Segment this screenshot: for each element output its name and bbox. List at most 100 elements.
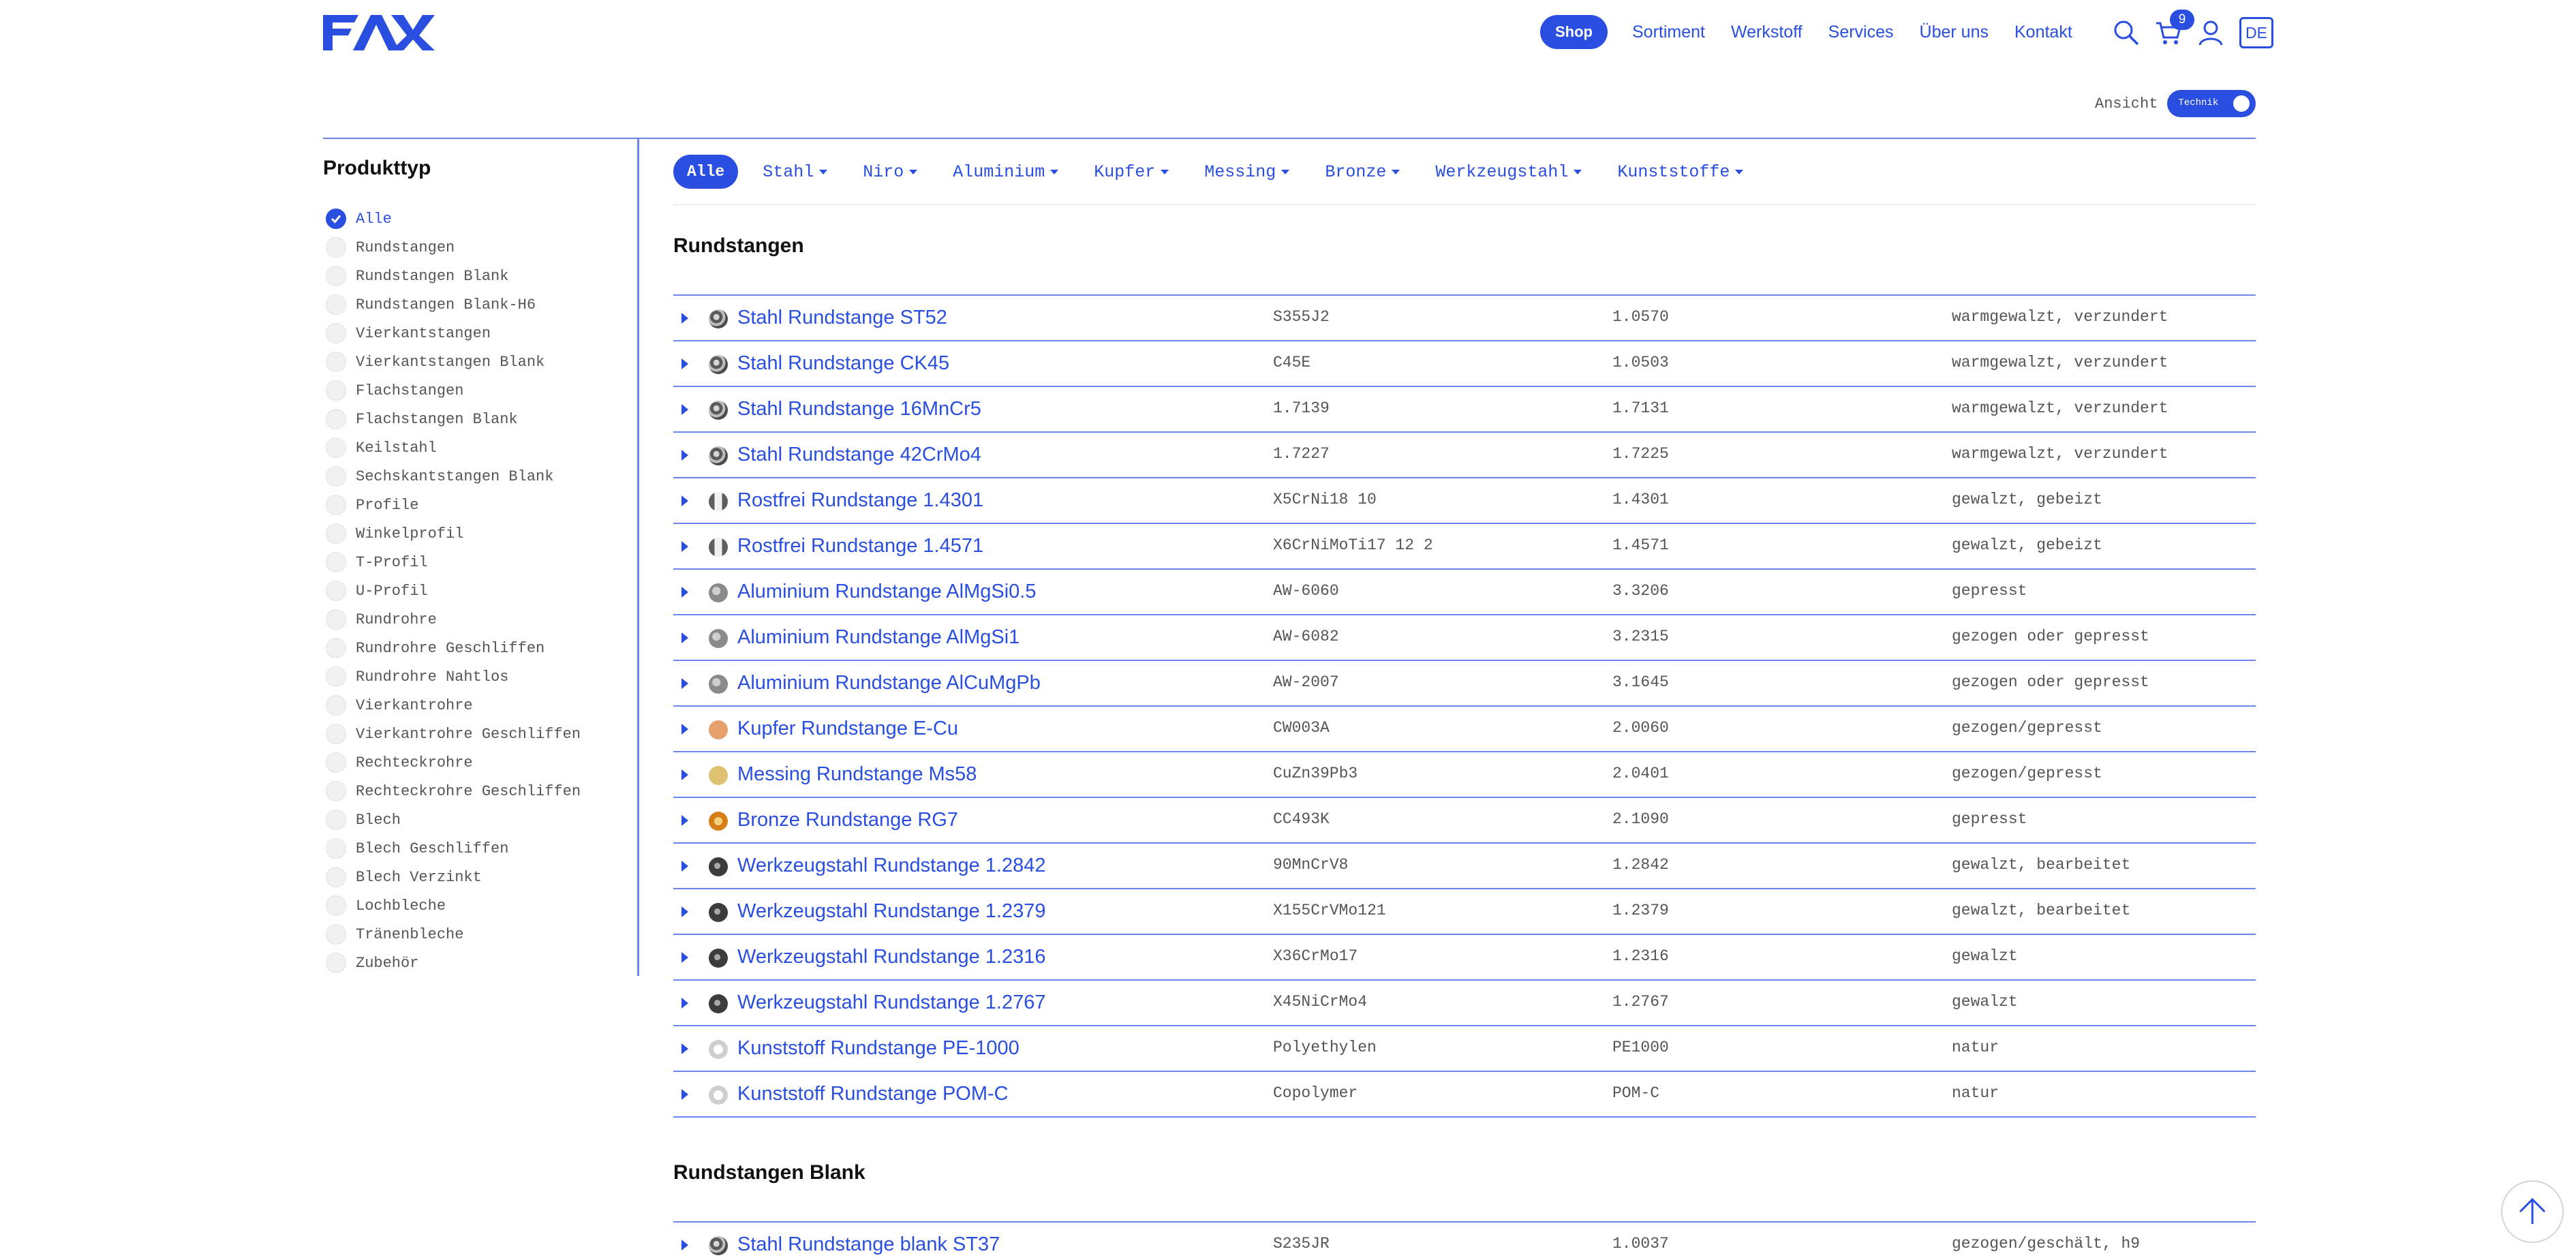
nav-sortiment[interactable]: Sortiment [1632, 22, 1705, 42]
table-row[interactable]: Stahl Rundstange 42CrMo4 1.7227 1.7225 warm… [673, 433, 2256, 478]
filter-option-rundstangen-blank-h6[interactable]: Rundstangen Blank-H6 [326, 290, 581, 319]
filter-checkbox[interactable] [326, 552, 346, 572]
expand-triangle-icon[interactable] [681, 1240, 688, 1251]
filter-checkbox[interactable] [326, 523, 346, 544]
product-link[interactable]: Stahl Rundstange blank ST37 [737, 1233, 1000, 1256]
product-link[interactable]: Kunststoff Rundstange POM-C [737, 1083, 1009, 1105]
filter-option-vierkantrohre-geschliffen[interactable]: Vierkantrohre Geschliffen [326, 720, 581, 748]
filter-option-rechteckrohre-geschliffen[interactable]: Rechteckrohre Geschliffen [326, 777, 581, 806]
expand-triangle-icon[interactable] [681, 450, 688, 461]
nav-werkstoff[interactable]: Werkstoff [1731, 22, 1803, 42]
filter-checkbox[interactable] [326, 953, 346, 973]
table-row[interactable]: Aluminium Rundstange AlCuMgPb AW-2007 3.16… [673, 661, 2256, 707]
table-row[interactable]: Kunststoff Rundstange POM-C Copolymer POM-… [673, 1072, 2256, 1118]
filter-checkbox[interactable] [326, 294, 346, 315]
filter-checkbox[interactable] [326, 209, 346, 229]
filter-checkbox[interactable] [326, 323, 346, 343]
filter-checkbox[interactable] [326, 666, 346, 687]
table-row[interactable]: Bronze Rundstange RG7 CC493K 2.1090 gepress… [673, 798, 2256, 844]
nav-services[interactable]: Services [1828, 22, 1894, 42]
table-row[interactable]: Stahl Rundstange CK45 C45E 1.0503 warmgewal… [673, 341, 2256, 387]
filter-checkbox[interactable] [326, 266, 346, 286]
site-logo[interactable] [323, 15, 435, 50]
filter-option-u-profil[interactable]: U-Profil [326, 577, 581, 605]
material-chip-niro[interactable]: Niro [863, 162, 918, 182]
filter-option-vierkantrohre[interactable]: Vierkantrohre [326, 691, 581, 720]
expand-triangle-icon[interactable] [681, 1089, 688, 1100]
material-chip-aluminium[interactable]: Aluminium [953, 162, 1059, 182]
filter-option-t-profil[interactable]: T-Profil [326, 548, 581, 577]
product-link[interactable]: Werkzeugstahl Rundstange 1.2842 [737, 855, 1046, 877]
filter-checkbox[interactable] [326, 924, 346, 945]
filter-option-rundrohre-nahtlos[interactable]: Rundrohre Nahtlos [326, 662, 581, 691]
expand-triangle-icon[interactable] [681, 313, 688, 324]
product-link[interactable]: Aluminium Rundstange AlCuMgPb [737, 672, 1041, 694]
table-row[interactable]: Stahl Rundstange blank ST37 S235JR 1.0037 g… [673, 1223, 2256, 1258]
material-chip-werkzeugstahl[interactable]: Werkzeugstahl [1435, 162, 1582, 182]
filter-option-blech[interactable]: Blech [326, 806, 581, 834]
filter-checkbox[interactable] [326, 581, 346, 601]
filter-checkbox[interactable] [326, 237, 346, 258]
expand-triangle-icon[interactable] [681, 541, 688, 552]
filter-option-alle[interactable]: Alle [326, 204, 581, 233]
table-row[interactable]: Messing Rundstange Ms58 CuZn39Pb3 2.0401 ge… [673, 752, 2256, 798]
expand-triangle-icon[interactable] [681, 1043, 688, 1054]
table-row[interactable]: Werkzeugstahl Rundstange 1.2379 X155CrVMo… [673, 889, 2256, 935]
filter-checkbox[interactable] [326, 695, 346, 716]
expand-triangle-icon[interactable] [681, 587, 688, 598]
filter-option-rundrohre[interactable]: Rundrohre [326, 605, 581, 634]
table-row[interactable]: Stahl Rundstange ST52 S355J2 1.0570 warmgew… [673, 296, 2256, 341]
product-link[interactable]: Kupfer Rundstange E-Cu [737, 718, 958, 740]
product-link[interactable]: Aluminium Rundstange AlMgSi0.5 [737, 581, 1036, 603]
material-chip-messing[interactable]: Messing [1204, 162, 1290, 182]
product-link[interactable]: Rostfrei Rundstange 1.4571 [737, 535, 983, 557]
nav-über-uns[interactable]: Über uns [1920, 22, 1989, 42]
product-link[interactable]: Kunststoff Rundstange PE-1000 [737, 1037, 1019, 1060]
table-row[interactable]: Stahl Rundstange 16MnCr5 1.7139 1.7131 warm… [673, 387, 2256, 433]
filter-checkbox[interactable] [326, 495, 346, 515]
filter-checkbox[interactable] [326, 867, 346, 887]
product-link[interactable]: Stahl Rundstange ST52 [737, 307, 947, 329]
table-row[interactable]: Aluminium Rundstange AlMgSi1 AW-6082 3.231… [673, 615, 2256, 661]
filter-checkbox[interactable] [326, 752, 346, 773]
product-link[interactable]: Rostfrei Rundstange 1.4301 [737, 489, 983, 512]
filter-option-blech-verzinkt[interactable]: Blech Verzinkt [326, 863, 581, 891]
table-row[interactable]: Kunststoff Rundstange PE-1000 Polyethylen… [673, 1026, 2256, 1072]
search-icon[interactable] [2113, 19, 2140, 46]
filter-option-sechskantstangen-blank[interactable]: Sechskantstangen Blank [326, 462, 581, 491]
expand-triangle-icon[interactable] [681, 769, 688, 780]
table-row[interactable]: Kupfer Rundstange E-Cu CW003A 2.0060 gezoge… [673, 707, 2256, 752]
product-link[interactable]: Werkzeugstahl Rundstange 1.2379 [737, 900, 1046, 923]
filter-checkbox[interactable] [326, 609, 346, 630]
expand-triangle-icon[interactable] [681, 815, 688, 826]
scroll-to-top-button[interactable] [2501, 1180, 2564, 1243]
filter-checkbox[interactable] [326, 724, 346, 744]
filter-option-vierkantstangen[interactable]: Vierkantstangen [326, 319, 581, 348]
filter-option-flachstangen-blank[interactable]: Flachstangen Blank [326, 405, 581, 433]
material-chip-alle[interactable]: Alle [673, 155, 739, 189]
expand-triangle-icon[interactable] [681, 861, 688, 872]
table-row[interactable]: Rostfrei Rundstange 1.4571 X6CrNiMoTi17 1… [673, 524, 2256, 570]
product-link[interactable]: Werkzeugstahl Rundstange 1.2767 [737, 992, 1046, 1014]
nav-shop[interactable]: Shop [1540, 15, 1608, 49]
table-row[interactable]: Werkzeugstahl Rundstange 1.2842 90MnCrV8 1… [673, 844, 2256, 889]
expand-triangle-icon[interactable] [681, 358, 688, 369]
filter-checkbox[interactable] [326, 352, 346, 372]
filter-checkbox[interactable] [326, 466, 346, 487]
filter-option-rundrohre-geschliffen[interactable]: Rundrohre Geschliffen [326, 634, 581, 662]
filter-option-vierkantstangen-blank[interactable]: Vierkantstangen Blank [326, 348, 581, 376]
filter-checkbox[interactable] [326, 781, 346, 801]
table-row[interactable]: Rostfrei Rundstange 1.4301 X5CrNi18 10 1.4… [673, 478, 2256, 524]
table-row[interactable]: Werkzeugstahl Rundstange 1.2767 X45NiCrMo… [673, 981, 2256, 1026]
product-link[interactable]: Stahl Rundstange CK45 [737, 352, 949, 375]
expand-triangle-icon[interactable] [681, 906, 688, 917]
material-chip-kupfer[interactable]: Kupfer [1094, 162, 1169, 182]
nav-kontakt[interactable]: Kontakt [2014, 22, 2072, 42]
expand-triangle-icon[interactable] [681, 952, 688, 963]
filter-option-zubehör[interactable]: Zubehör [326, 949, 581, 977]
filter-option-keilstahl[interactable]: Keilstahl [326, 433, 581, 462]
expand-triangle-icon[interactable] [681, 998, 688, 1009]
expand-triangle-icon[interactable] [681, 632, 688, 643]
expand-triangle-icon[interactable] [681, 404, 688, 415]
product-link[interactable]: Bronze Rundstange RG7 [737, 809, 958, 831]
